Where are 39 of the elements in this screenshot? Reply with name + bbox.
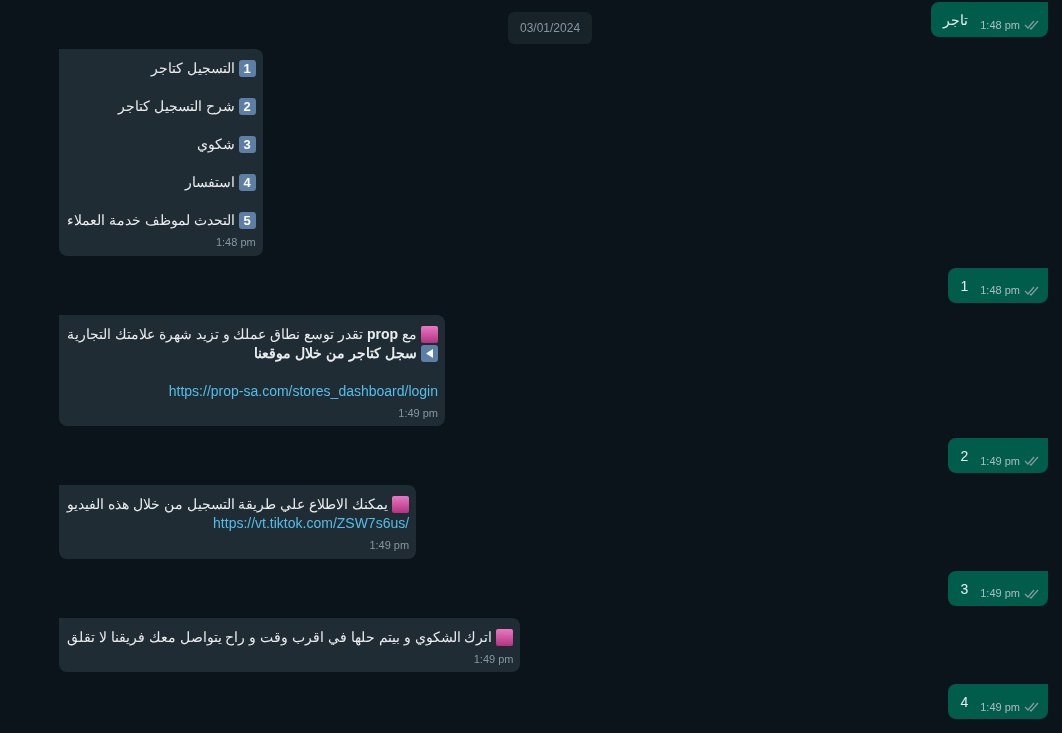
message-text: 4 bbox=[959, 693, 969, 712]
message-time: 1:49 pm bbox=[980, 699, 1020, 715]
square-emoji-icon bbox=[392, 496, 410, 513]
double-check-icon bbox=[1024, 19, 1040, 31]
message-link[interactable]: https://prop-sa.com/stores_dashboard/login bbox=[168, 381, 438, 401]
play-icon bbox=[421, 344, 438, 362]
double-check-icon bbox=[1024, 455, 1040, 467]
message-text: استفسار bbox=[184, 173, 235, 192]
message-time: 1:49 pm bbox=[398, 405, 438, 421]
message-time: 1:49 pm bbox=[369, 538, 410, 553]
message-text: سجل كتاجر من خلال موقعنا bbox=[254, 343, 417, 363]
message-time: 1:49 pm bbox=[473, 651, 514, 667]
message-text: التسجيل كتاجر bbox=[150, 59, 235, 78]
keycap-number: 5 bbox=[238, 212, 256, 229]
message-text: 3 bbox=[959, 579, 969, 599]
keycap-number: 3 bbox=[238, 136, 256, 153]
square-emoji-icon bbox=[496, 628, 514, 646]
message-text: 2 bbox=[959, 447, 969, 466]
message-text: 1 bbox=[959, 276, 969, 296]
message-time: 1:49 pm bbox=[980, 453, 1020, 469]
double-check-icon bbox=[1024, 284, 1040, 296]
message-text: شرح التسجيل كتاجر bbox=[117, 97, 235, 116]
message-link[interactable]: https://vt.tiktok.com/ZSW7s6us/ bbox=[213, 514, 410, 533]
message-text: تاجر bbox=[941, 11, 969, 31]
message-text: يمكنك الاطلاع علي طريقة التسجيل من خلال هذه الفيديو bbox=[67, 495, 389, 514]
message-time: 1:48 pm bbox=[980, 283, 1020, 298]
double-check-icon bbox=[1024, 587, 1040, 599]
message-time: 1:48 pm bbox=[980, 17, 1020, 33]
double-check-icon bbox=[1024, 701, 1040, 713]
message-time: 1:49 pm bbox=[980, 586, 1020, 601]
square-emoji-icon bbox=[421, 325, 438, 343]
message-text: التحدث لموظف خدمة العملاء bbox=[67, 211, 235, 230]
keycap-number: 2 bbox=[238, 98, 256, 115]
keycap-number: 1 bbox=[238, 60, 256, 77]
message-text: اترك الشكوي و بيتم حلها في اقرب وقت و راح يتواصل معك فريقنا لا تقلق bbox=[67, 627, 493, 647]
keycap-number: 4 bbox=[238, 174, 256, 191]
date-chip: 03/01/2024 bbox=[508, 12, 593, 44]
message-time: 1:48 pm bbox=[215, 235, 256, 250]
message-text: شكوي bbox=[196, 135, 235, 154]
